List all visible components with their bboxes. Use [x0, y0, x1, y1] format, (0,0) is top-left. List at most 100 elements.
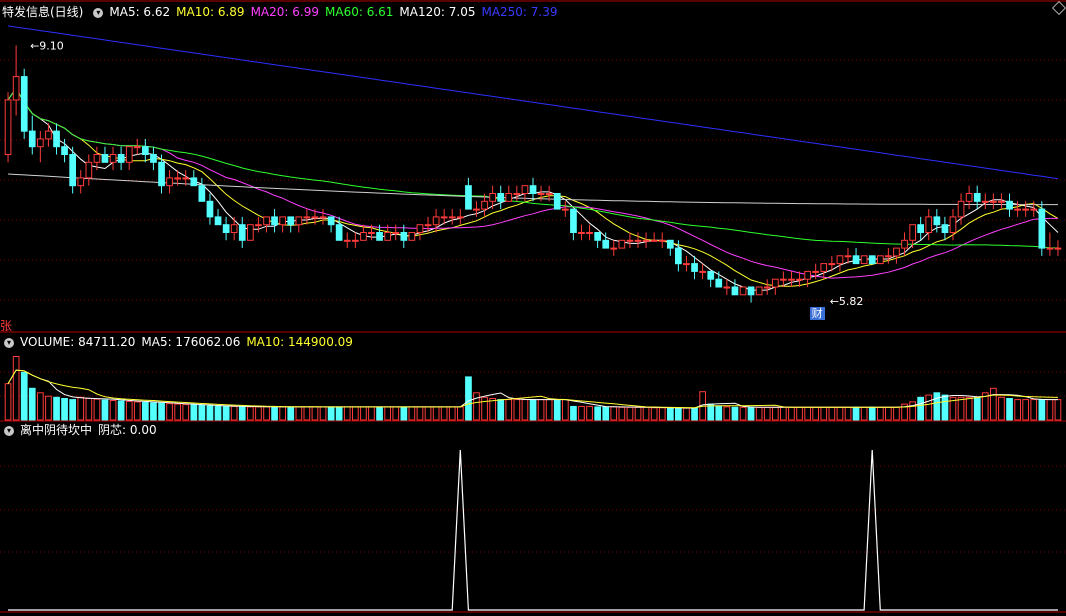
candle-body-52: [424, 224, 432, 227]
candle-body-38: [311, 216, 319, 219]
price-legend-item-4: MA120: 7.05: [399, 5, 476, 19]
candle-body-1: [12, 76, 20, 101]
volume-bar-43: [352, 406, 359, 421]
candle-body-22: [182, 177, 190, 180]
moving-average-lines: [7, 25, 1059, 291]
candle-body-30: [247, 224, 254, 241]
volume-bar-41: [335, 406, 343, 421]
candle-body-130: [1054, 247, 1062, 250]
candle-body-31: [255, 224, 262, 227]
candle-body-4: [37, 138, 44, 148]
volume-bar-98: [796, 406, 803, 421]
indicator-panel-header: ▾ 离中阴待坎中 阴芯: 0.00: [0, 422, 169, 438]
volume-bar-118: [957, 396, 965, 421]
volume-bar-93: [755, 406, 763, 421]
candle-body-58: [473, 208, 480, 211]
volume-bar-110: [893, 406, 900, 421]
candle-body-2: [20, 76, 28, 132]
volume-bar-104: [844, 406, 852, 421]
candle-body-127: [1030, 208, 1038, 211]
volume-bar-67: [545, 399, 553, 421]
volume-bar-3: [28, 387, 36, 421]
volume-bar-61: [497, 399, 505, 421]
candle-body-15: [125, 146, 133, 163]
volume-bar-28: [230, 405, 238, 421]
candle-body-0: [4, 99, 12, 155]
volume-bar-59: [481, 396, 488, 421]
candle-body-13: [109, 154, 117, 163]
volume-legend: VOLUME: 84711.20 MA5: 176062.06 MA10: 1449…: [20, 335, 359, 349]
volume-bar-17: [142, 401, 149, 421]
volume-bar-92: [747, 406, 755, 421]
candle-body-117: [949, 216, 957, 233]
indicator-series: [8, 449, 1058, 611]
volume-bar-116: [941, 394, 949, 421]
candle-body-108: [877, 255, 884, 265]
price-panel-header: 特发信息(日线) ▾ MA5: 6.62 MA10: 6.89 MA20: 6.99 MA…: [0, 4, 570, 20]
candle-body-71: [578, 232, 585, 234]
candle-body-62: [505, 193, 513, 202]
volume-bar-76: [618, 406, 626, 421]
candle-body-123: [998, 200, 1005, 203]
volume-bar-58: [473, 392, 480, 421]
volume-bar-53: [432, 406, 440, 421]
volume-bar-20: [166, 403, 173, 421]
candle-body-69: [562, 208, 569, 211]
volume-bar-36: [295, 406, 303, 421]
volume-bar-70: [570, 405, 577, 421]
candle-body-77: [626, 239, 634, 242]
volume-bar-108: [877, 406, 884, 421]
candle-body-3: [28, 130, 36, 148]
volume-bar-68: [553, 399, 561, 421]
cai-marker: 财: [809, 307, 825, 321]
candle-body-11: [93, 154, 101, 163]
candle-body-26: [214, 216, 222, 226]
volume-bar-120: [973, 396, 981, 421]
volume-bar-40: [327, 406, 335, 421]
candle-body-53: [432, 216, 440, 226]
volume-bar-39: [319, 406, 327, 421]
candle-body-36: [295, 216, 303, 226]
price-legend-item-3: MA60: 6.61: [325, 5, 394, 19]
volume-bar-128: [1038, 399, 1046, 421]
price-legend-toggle-icon[interactable]: ▾: [93, 7, 104, 18]
candle-body-121: [981, 200, 989, 203]
candle-body-47: [384, 232, 391, 241]
candle-body-94: [763, 286, 771, 289]
volume-bar-72: [586, 405, 593, 421]
volume-bar-34: [279, 406, 286, 421]
volume-bar-22: [182, 404, 190, 421]
candle-body-104: [844, 255, 852, 258]
indicator-legend-toggle-icon[interactable]: ▾: [4, 425, 14, 436]
volume-bar-122: [990, 387, 997, 421]
candle-body-96: [780, 278, 787, 281]
volume-bar-65: [529, 399, 537, 421]
candle-body-37: [303, 216, 311, 219]
volume-bar-14: [117, 400, 125, 421]
volume-bar-94: [763, 406, 771, 421]
volume-bar-60: [489, 398, 496, 421]
volume-bar-12: [101, 399, 109, 421]
volume-bar-46: [376, 406, 383, 421]
volume-bar-52: [424, 406, 432, 421]
candle-body-118: [957, 200, 965, 218]
candle-body-42: [343, 239, 351, 242]
candle-body-84: [683, 263, 690, 266]
volume-bar-107: [868, 406, 876, 421]
volume-bar-54: [440, 406, 448, 421]
candle-body-78: [634, 239, 642, 242]
volume-legend-toggle-icon[interactable]: ▾: [4, 337, 14, 348]
candle-body-43: [352, 239, 359, 242]
candle-body-60: [489, 193, 496, 202]
candle-body-45: [368, 232, 375, 234]
candle-body-101: [820, 263, 828, 272]
candle-body-109: [885, 255, 892, 258]
indicator-legend: 离中阴待坎中 阴芯: 0.00: [20, 423, 163, 437]
candle-body-102: [828, 263, 836, 266]
volume-bar-125: [1014, 399, 1021, 421]
candle-body-35: [287, 216, 295, 226]
candle-body-10: [85, 161, 93, 179]
volume-bar-69: [562, 399, 569, 421]
candle-body-50: [408, 232, 416, 241]
volume-bar-42: [343, 406, 351, 421]
